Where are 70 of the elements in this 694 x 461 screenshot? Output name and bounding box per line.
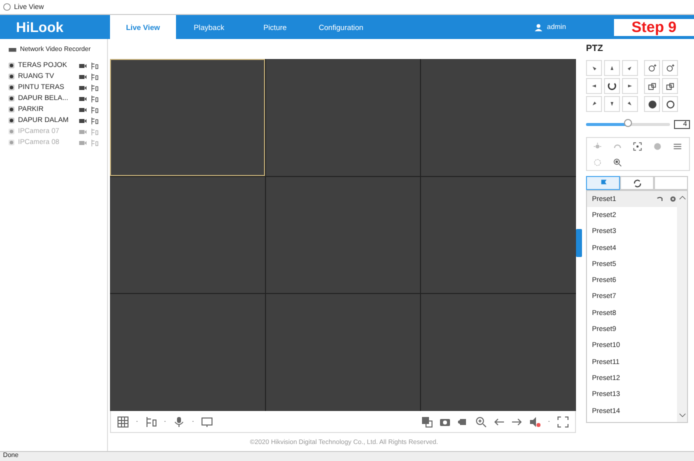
iris-close-icon — [666, 100, 674, 108]
record-icon[interactable] — [78, 84, 87, 92]
microphone-icon[interactable] — [173, 416, 185, 428]
stream-icon[interactable] — [90, 62, 99, 70]
auto-scan-button[interactable] — [604, 78, 620, 94]
zoom-out-icon — [666, 64, 674, 72]
muted-speaker-icon[interactable] — [529, 416, 541, 428]
stop-all-icon[interactable] — [421, 416, 433, 428]
arrow-icon — [608, 64, 616, 72]
recorder-icon[interactable] — [8, 45, 17, 54]
stream-icon[interactable] — [90, 72, 99, 80]
arrow-icon — [590, 82, 598, 90]
arrow-icon — [626, 100, 634, 108]
layout-icon[interactable] — [117, 416, 129, 428]
app-icon — [3, 3, 11, 11]
next-icon[interactable] — [511, 416, 523, 428]
stream-icon[interactable] — [90, 84, 99, 92]
logo: HiLook — [15, 18, 64, 37]
previous-icon[interactable] — [493, 416, 505, 428]
arrow-icon — [590, 100, 598, 108]
collapse-handle[interactable] — [576, 229, 582, 257]
stream-icon[interactable] — [90, 116, 99, 124]
zoom-out-button[interactable] — [662, 60, 678, 76]
zoom-icon[interactable] — [475, 416, 487, 428]
scroll-up-icon[interactable] — [678, 195, 686, 200]
arrow-icon — [626, 82, 634, 90]
camera-icon[interactable] — [8, 106, 15, 113]
preset-tab[interactable] — [620, 176, 654, 190]
video-window[interactable] — [110, 59, 265, 176]
camera-icon[interactable] — [8, 73, 15, 80]
focus-near-button[interactable] — [644, 78, 660, 94]
arrow-icon — [626, 64, 634, 72]
manual-track-icon[interactable] — [592, 158, 602, 166]
zoom-in-icon — [648, 64, 656, 72]
user-icon[interactable] — [534, 22, 543, 32]
zoom-in-button[interactable] — [644, 60, 660, 76]
stream-icon[interactable] — [145, 416, 157, 428]
menu-icon[interactable] — [672, 142, 682, 150]
settings-icon[interactable] — [669, 195, 677, 204]
camera-icon[interactable] — [8, 95, 15, 102]
record-icon[interactable] — [78, 116, 87, 124]
stream-icon[interactable] — [90, 106, 99, 114]
panel-title: PTZ — [586, 43, 604, 53]
fullscreen-icon[interactable] — [557, 416, 569, 428]
iris-close-button[interactable] — [662, 96, 678, 112]
camera-icon[interactable] — [8, 84, 15, 91]
zoom-3d-icon[interactable] — [612, 158, 622, 166]
scrollbar[interactable] — [677, 191, 687, 422]
record-icon[interactable] — [78, 62, 87, 70]
iris-open-icon — [648, 100, 656, 108]
monitor-icon[interactable] — [201, 416, 213, 428]
scroll-down-icon[interactable] — [678, 413, 686, 418]
camera-icon[interactable] — [8, 62, 15, 69]
arrow-icon — [608, 100, 616, 108]
focus-far-icon — [666, 82, 674, 90]
record-icon[interactable] — [78, 94, 87, 102]
arrow-icon — [590, 64, 598, 72]
iris-open-button[interactable] — [644, 96, 660, 112]
camera-icon[interactable] — [8, 117, 15, 124]
rotate-icon — [607, 81, 617, 91]
step-label: Step 9 — [614, 18, 694, 36]
record-icon[interactable] — [78, 106, 87, 114]
patrol-icon — [632, 178, 642, 188]
call-preset-icon[interactable] — [656, 195, 664, 204]
flag-icon — [598, 178, 608, 188]
record-icon[interactable] — [78, 72, 87, 80]
focus-near-icon — [648, 82, 656, 90]
focus-far-button[interactable] — [662, 78, 678, 94]
focus-assist-icon[interactable] — [632, 142, 642, 150]
stream-icon[interactable] — [90, 94, 99, 102]
